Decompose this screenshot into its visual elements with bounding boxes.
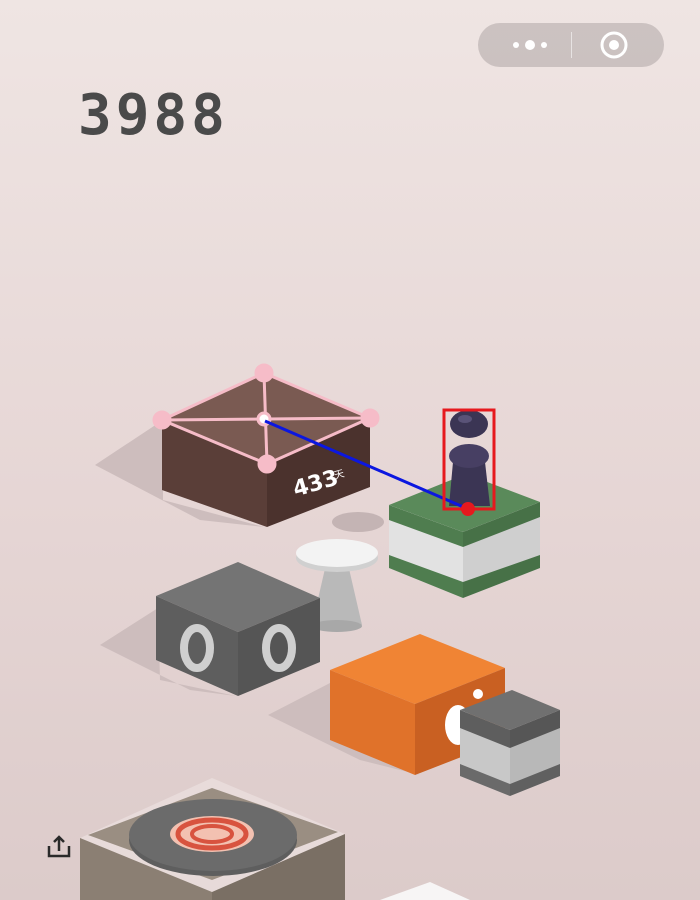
piece-shadow (332, 512, 384, 532)
ornate-disc-platform[interactable] (80, 778, 345, 900)
share-icon[interactable] (44, 834, 74, 860)
capsule-divider (571, 32, 572, 58)
player-anchor-point (461, 502, 475, 516)
score-counter: 3988 (78, 83, 229, 148)
mini-program-capsule (478, 23, 664, 67)
gray-cube-platform[interactable] (156, 562, 320, 696)
target-circle-icon[interactable] (598, 29, 630, 61)
player-piece (449, 410, 490, 506)
next-platform-edge (380, 882, 470, 900)
more-dots-icon[interactable] (508, 37, 552, 53)
small-gray-cube-platform[interactable] (460, 690, 560, 796)
